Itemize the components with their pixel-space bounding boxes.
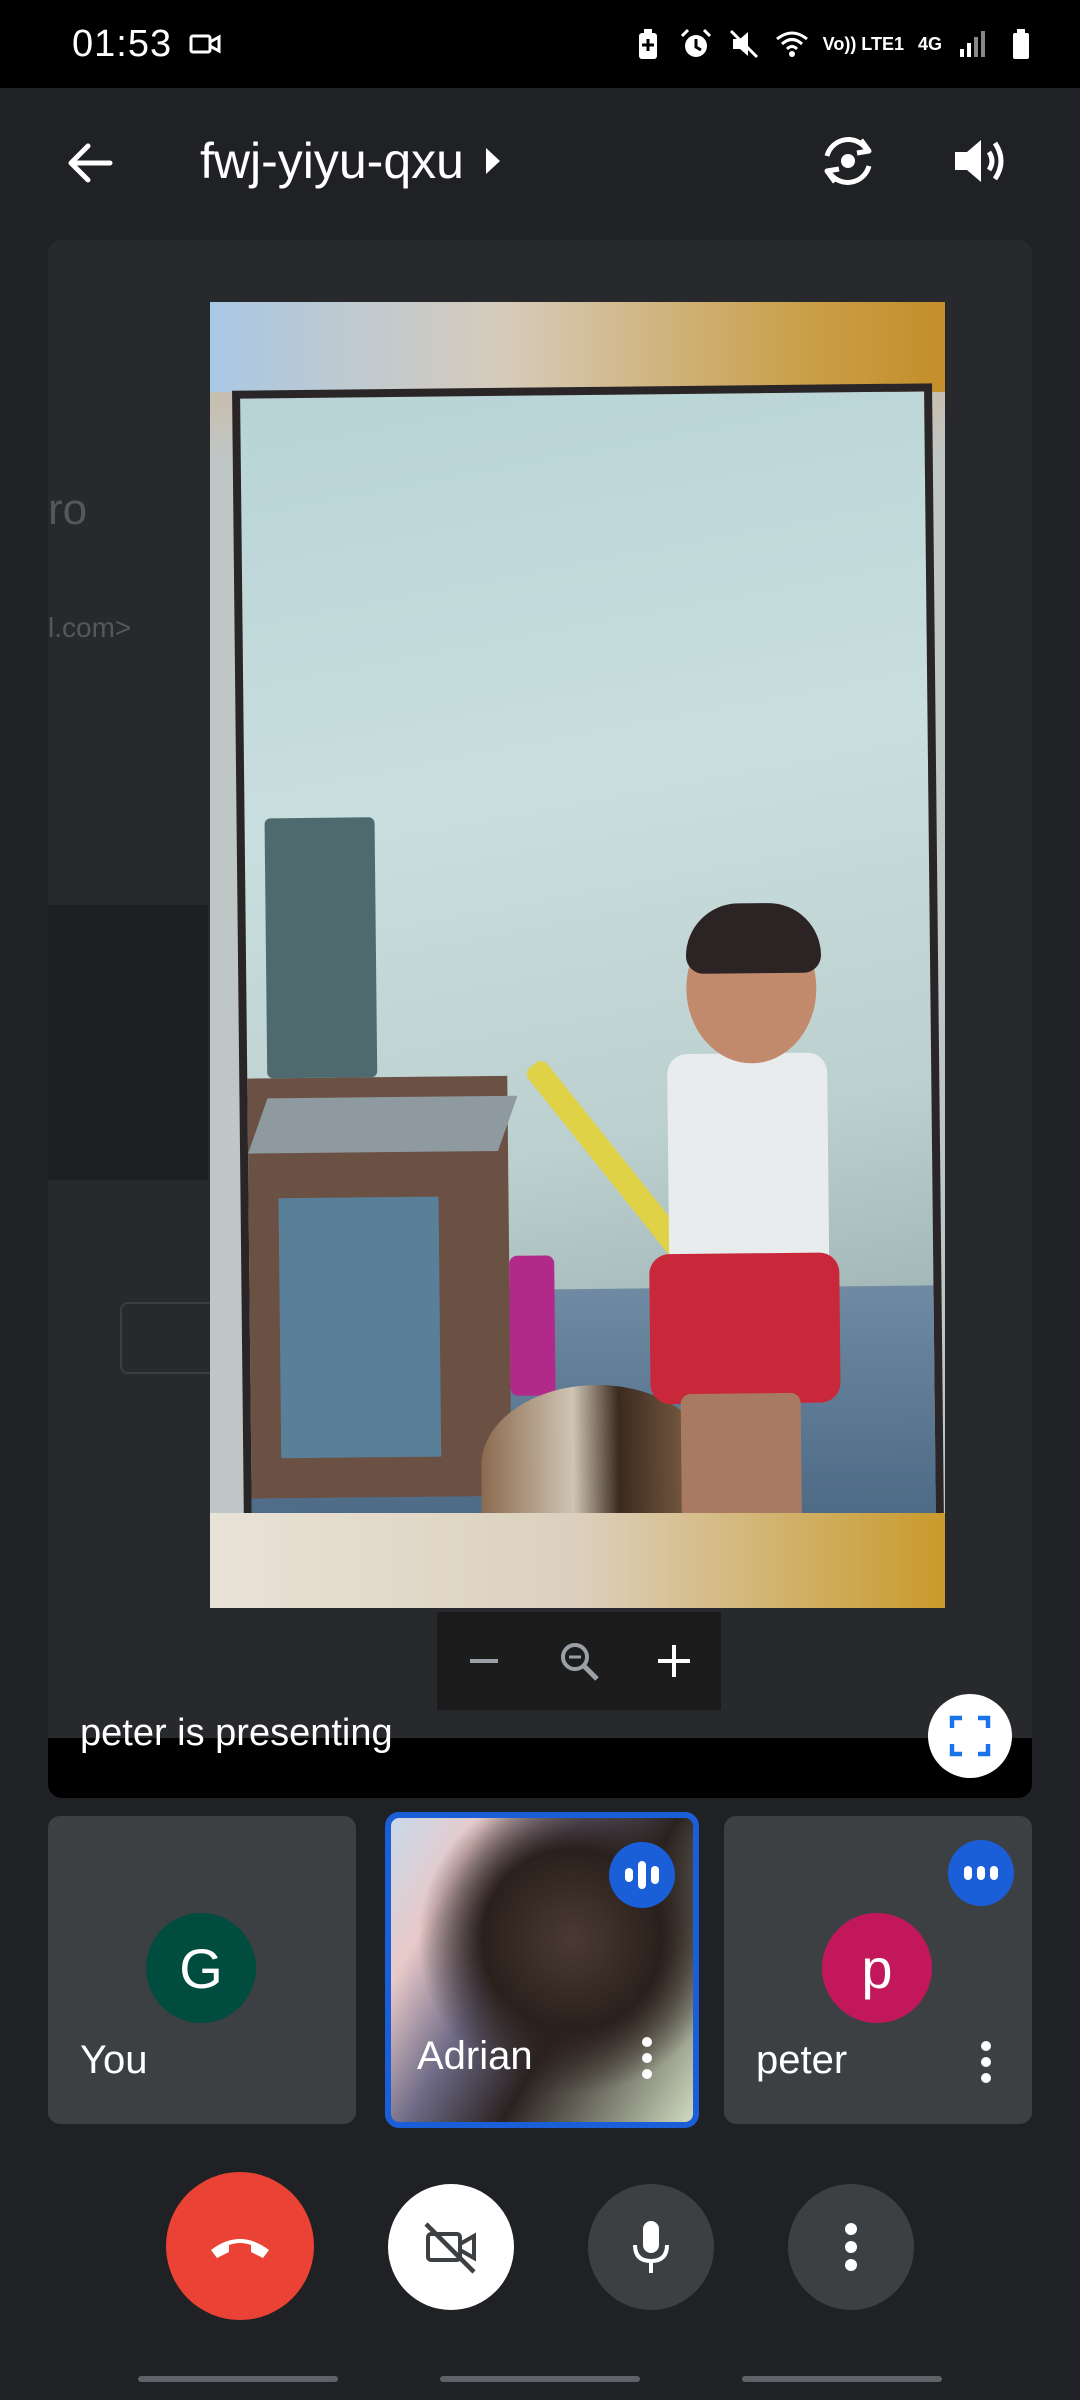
nav-recents[interactable] bbox=[138, 2376, 338, 2382]
microphone-icon bbox=[633, 2221, 669, 2273]
battery-saver-icon bbox=[638, 29, 657, 59]
fullscreen-button[interactable] bbox=[928, 1694, 1012, 1778]
zoom-controls bbox=[437, 1612, 721, 1710]
end-call-icon bbox=[211, 2239, 269, 2258]
nav-back[interactable] bbox=[742, 2376, 942, 2382]
status-left: 01:53 bbox=[72, 23, 222, 66]
wifi-icon bbox=[775, 31, 808, 57]
more-vert-icon bbox=[845, 2223, 857, 2271]
avatar: p bbox=[822, 1913, 932, 2023]
back-arrow-icon[interactable] bbox=[60, 133, 120, 193]
zoom-icon bbox=[560, 1643, 599, 1681]
nav-home[interactable] bbox=[440, 2376, 640, 2382]
photo-child-body bbox=[667, 1052, 830, 1275]
old-photograph bbox=[232, 383, 944, 1547]
mute-icon bbox=[729, 29, 758, 59]
camera-toggle-button[interactable] bbox=[388, 2184, 514, 2310]
switch-camera-icon[interactable] bbox=[815, 128, 881, 194]
participant-more-button[interactable] bbox=[966, 2038, 1006, 2086]
image-top-strip bbox=[210, 302, 945, 392]
more-options-button[interactable] bbox=[788, 2184, 914, 2310]
photo-child-hair bbox=[685, 902, 822, 974]
zoom-in-icon bbox=[657, 1645, 690, 1677]
zoom-out-icon bbox=[470, 1659, 499, 1663]
caret-right-icon bbox=[485, 148, 500, 174]
avatar: G bbox=[146, 1913, 256, 2023]
zoom-in-button[interactable] bbox=[646, 1633, 702, 1689]
end-call-button[interactable] bbox=[166, 2172, 314, 2320]
call-controls bbox=[0, 2172, 1080, 2322]
zoom-out-button[interactable] bbox=[456, 1633, 512, 1689]
photo-child-shorts bbox=[649, 1252, 841, 1405]
photo-cpu bbox=[278, 1196, 442, 1459]
network-label: 4G bbox=[917, 34, 942, 54]
background-app-email: l.com> bbox=[48, 612, 132, 643]
presenting-status: peter is presenting bbox=[80, 1712, 393, 1754]
audio-level-icon bbox=[948, 1840, 1014, 1906]
photo-bottle bbox=[509, 1255, 556, 1396]
avatar-initial: G bbox=[179, 1936, 223, 2000]
more-vert-icon bbox=[981, 2041, 991, 2083]
fullscreen-icon bbox=[949, 1715, 991, 1757]
battery-icon bbox=[1013, 29, 1029, 59]
speaker-icon[interactable] bbox=[945, 128, 1011, 194]
zoom-reset-button[interactable] bbox=[551, 1633, 607, 1689]
status-bar: 01:53 Vo)) LTE1 4G bbox=[0, 0, 1080, 88]
status-time: 01:53 bbox=[72, 22, 173, 65]
meeting-top-bar: fwj-yiyu-qxu bbox=[0, 88, 1080, 238]
participant-tile-adrian[interactable]: Adrian bbox=[385, 1812, 699, 2128]
background-app-button bbox=[120, 1302, 220, 1374]
camera-off-icon bbox=[424, 2222, 476, 2274]
meeting-code: fwj-yiyu-qxu bbox=[200, 133, 464, 189]
video-camera-icon bbox=[189, 34, 221, 54]
signal-icon bbox=[960, 31, 985, 57]
participant-name: You bbox=[80, 2038, 148, 2082]
participant-name: Adrian bbox=[417, 2034, 533, 2078]
participant-tile-you[interactable]: G You bbox=[48, 1816, 356, 2124]
more-vert-icon bbox=[642, 2037, 652, 2079]
participant-tile-peter[interactable]: p peter bbox=[724, 1816, 1032, 2124]
background-app-text: ro bbox=[48, 485, 88, 534]
status-right: Vo)) LTE1 4G bbox=[631, 27, 1038, 61]
microphone-button[interactable] bbox=[588, 2184, 714, 2310]
background-app-panel bbox=[48, 905, 208, 1180]
meeting-code-button[interactable]: fwj-yiyu-qxu bbox=[200, 132, 500, 190]
participant-name: peter bbox=[756, 2038, 848, 2082]
photo-keyboard bbox=[248, 1095, 518, 1154]
system-nav-bar bbox=[0, 2372, 1080, 2400]
avatar-initial: p bbox=[861, 1936, 893, 2000]
audio-level-icon bbox=[609, 1842, 675, 1908]
alarm-icon bbox=[680, 28, 711, 57]
participant-more-button[interactable] bbox=[627, 2034, 667, 2082]
shared-screen-image bbox=[210, 302, 945, 1608]
photo-monitor bbox=[264, 817, 378, 1079]
volte-label: Vo)) LTE1 bbox=[822, 34, 904, 54]
image-bottom-strip bbox=[210, 1513, 945, 1608]
